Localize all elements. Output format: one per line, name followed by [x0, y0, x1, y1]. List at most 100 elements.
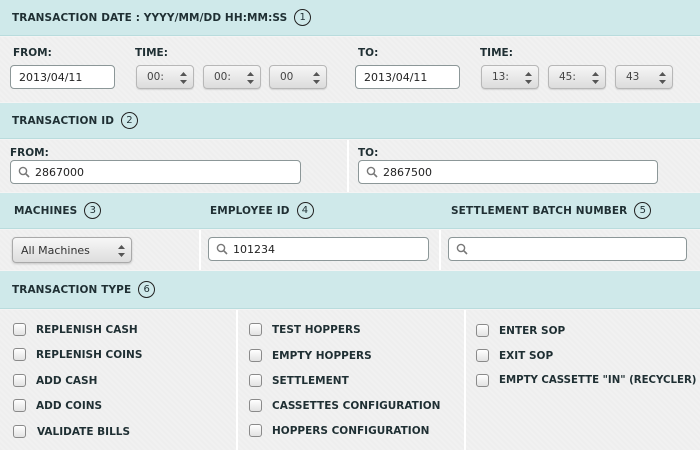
stepper-arrows-icon	[313, 72, 320, 84]
checkbox[interactable]	[249, 323, 262, 336]
checkbox-replenish-cash[interactable]: REPLENISH CASH	[13, 323, 138, 336]
from-second-stepper[interactable]: 00	[269, 65, 327, 89]
id-to-label: TO:	[358, 147, 379, 159]
search-icon	[366, 166, 378, 178]
date-to-input[interactable]: 2013/04/11	[355, 65, 460, 89]
transaction-type-header: TRANSACTION TYPE 6	[0, 271, 700, 309]
from-second-value: 00	[280, 71, 294, 83]
transaction-type-col3: ENTER SOP EXIT SOP EMPTY CASSETTE "IN" (…	[466, 310, 700, 450]
to-second-value: 43	[626, 71, 640, 83]
checkbox[interactable]	[13, 374, 26, 387]
stepper-arrows-icon	[592, 72, 599, 84]
checkbox-label: REPLENISH CASH	[36, 323, 138, 336]
checkbox-label: VALIDATE BILLS	[37, 425, 131, 438]
checkbox-label: ENTER SOP	[499, 324, 566, 337]
checkbox-settlement[interactable]: SETTLEMENT	[249, 374, 349, 387]
date-from-label: FROM:	[13, 47, 52, 59]
employee-id-input[interactable]: 101234	[208, 237, 429, 261]
to-hour-value: 13:	[492, 71, 509, 83]
checkbox[interactable]	[13, 425, 26, 438]
checkbox-label: TEST HOPPERS	[272, 323, 361, 336]
checkbox-empty-hoppers[interactable]: EMPTY HOPPERS	[249, 349, 372, 362]
settlement-batch-input[interactable]	[448, 237, 687, 261]
batch-header: SETTLEMENT BATCH NUMBER 5	[451, 202, 652, 219]
checkbox[interactable]	[13, 399, 26, 412]
checkbox-label: EMPTY CASSETTE "IN" (RECYCLER)	[499, 375, 697, 386]
search-icon	[456, 243, 468, 255]
transaction-date-title: TRANSACTION DATE : YYYY/MM/DD HH:MM:SS	[12, 11, 288, 24]
date-to-value: 2013/04/11	[364, 70, 428, 84]
to-minute-stepper[interactable]: 45:	[548, 65, 606, 89]
to-hour-stepper[interactable]: 13:	[481, 65, 539, 89]
date-from-input[interactable]: 2013/04/11	[10, 65, 115, 89]
employee-title: EMPLOYEE ID	[210, 204, 290, 217]
employee-panel: 101234	[201, 230, 439, 270]
checkbox-replenish-coins[interactable]: REPLENISH COINS	[13, 348, 142, 361]
machines-select-value: All Machines	[21, 243, 90, 257]
id-to-value: 2867500	[383, 165, 432, 179]
transaction-type-col1: REPLENISH CASH REPLENISH COINS ADD CASH …	[0, 310, 236, 450]
checkbox-add-coins[interactable]: ADD COINS	[13, 399, 102, 412]
id-from-input[interactable]: 2867000	[10, 160, 301, 184]
checkbox[interactable]	[476, 349, 489, 362]
checkbox-label: ADD COINS	[36, 399, 103, 412]
batch-title: SETTLEMENT BATCH NUMBER	[451, 204, 628, 217]
checkbox-cassettes-configuration[interactable]: CASSETTES CONFIGURATION	[249, 399, 440, 412]
checkbox-label: HOPPERS CONFIGURATION	[272, 424, 430, 437]
stepper-arrows-icon	[247, 72, 254, 84]
to-second-stepper[interactable]: 43	[615, 65, 673, 89]
checkbox-label: EMPTY HOPPERS	[272, 349, 372, 362]
section-number-6: 6	[138, 281, 156, 298]
transaction-id-title: TRANSACTION ID	[12, 114, 115, 127]
checkbox[interactable]	[249, 399, 262, 412]
checkbox-enter-sop[interactable]: ENTER SOP	[476, 324, 565, 337]
employee-id-value: 101234	[233, 242, 275, 256]
from-hour-stepper[interactable]: 00:	[136, 65, 194, 89]
checkbox-label: SETTLEMENT	[272, 374, 349, 387]
transaction-date-panel: FROM: 2013/04/11 TIME: 00: 00: 00 TO: 20…	[0, 37, 700, 102]
select-arrows-icon	[118, 245, 125, 257]
transaction-date-header: TRANSACTION DATE : YYYY/MM/DD HH:MM:SS 1	[0, 0, 700, 36]
search-icon	[18, 166, 30, 178]
machines-select[interactable]: All Machines	[12, 237, 132, 263]
checkbox[interactable]	[13, 348, 26, 361]
checkbox-empty-cassette-in[interactable]: EMPTY CASSETTE "IN" (RECYCLER)	[476, 374, 696, 387]
transaction-id-to-panel: TO: 2867500	[349, 140, 700, 192]
machines-panel: All Machines	[0, 230, 199, 270]
date-from-value: 2013/04/11	[19, 70, 83, 84]
checkbox[interactable]	[249, 374, 262, 387]
transaction-type-col2: TEST HOPPERS EMPTY HOPPERS SETTLEMENT CA…	[238, 310, 464, 450]
checkbox-add-cash[interactable]: ADD CASH	[13, 374, 97, 387]
checkbox-exit-sop[interactable]: EXIT SOP	[476, 349, 553, 362]
checkbox[interactable]	[249, 349, 262, 362]
id-to-input[interactable]: 2867500	[358, 160, 658, 184]
checkbox-label: CASSETTES CONFIGURATION	[272, 399, 441, 412]
checkbox-validate-bills[interactable]: VALIDATE BILLS	[13, 425, 130, 438]
section-number-3: 3	[84, 202, 102, 219]
checkbox-hoppers-configuration[interactable]: HOPPERS CONFIGURATION	[249, 424, 429, 437]
from-minute-stepper[interactable]: 00:	[203, 65, 261, 89]
checkbox[interactable]	[476, 374, 489, 387]
id-from-label: FROM:	[10, 147, 49, 159]
employee-header: EMPLOYEE ID 4	[210, 202, 314, 219]
checkbox[interactable]	[249, 424, 262, 437]
from-hour-value: 00:	[147, 71, 164, 83]
checkbox-test-hoppers[interactable]: TEST HOPPERS	[249, 323, 361, 336]
checkbox[interactable]	[476, 324, 489, 337]
machines-title: MACHINES	[14, 204, 78, 217]
section-number-1: 1	[294, 9, 312, 26]
from-time-label: TIME:	[135, 47, 168, 59]
section-number-2: 2	[121, 112, 139, 129]
from-minute-value: 00:	[214, 71, 231, 83]
search-icon	[216, 243, 228, 255]
to-minute-value: 45:	[559, 71, 576, 83]
checkbox[interactable]	[13, 323, 26, 336]
checkbox-label: EXIT SOP	[499, 349, 554, 362]
transaction-type-title: TRANSACTION TYPE	[12, 283, 132, 296]
checkbox-label: ADD CASH	[36, 374, 98, 387]
stepper-arrows-icon	[659, 72, 666, 84]
machines-header: MACHINES 3	[14, 202, 102, 219]
batch-panel	[441, 230, 700, 270]
transaction-id-header: TRANSACTION ID 2	[0, 103, 700, 139]
to-time-label: TIME:	[480, 47, 513, 59]
